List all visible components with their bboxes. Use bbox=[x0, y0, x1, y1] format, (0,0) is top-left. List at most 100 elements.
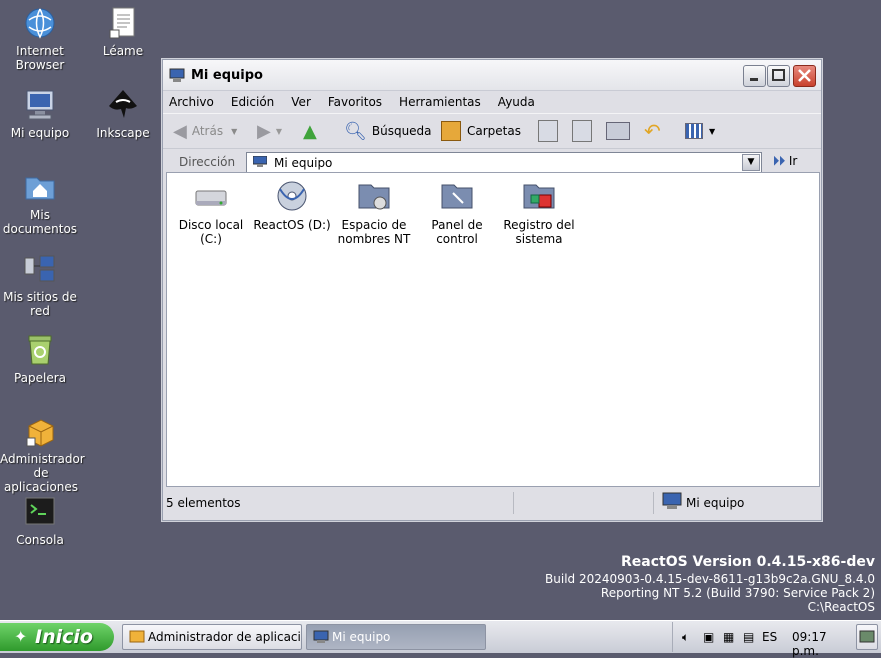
item-label: ReactOS (D:) bbox=[253, 218, 331, 232]
control-panel-icon bbox=[439, 179, 475, 213]
item-panel-de-control[interactable]: Panel de control bbox=[417, 179, 497, 246]
computer-icon bbox=[23, 88, 57, 122]
copy-to-button[interactable] bbox=[572, 114, 592, 148]
window-title: Mi equipo bbox=[191, 68, 263, 83]
registry-icon bbox=[521, 179, 557, 213]
go-button[interactable]: ⏵⏵ Ir bbox=[773, 154, 797, 169]
item-espacio-nombres-nt[interactable]: Espacio de nombres NT bbox=[334, 179, 414, 246]
item-label: Panel de control bbox=[431, 218, 483, 246]
maximize-button[interactable] bbox=[767, 65, 790, 87]
desktop-icon-consola[interactable]: Consola bbox=[0, 495, 80, 547]
menu-bar: Archivo Edición Ver Favoritos Herramient… bbox=[163, 91, 821, 113]
address-value: Mi equipo bbox=[274, 156, 333, 170]
taskbar: ✦ Inicio Administrador de aplicacion... … bbox=[0, 620, 881, 658]
search-label: Búsqueda bbox=[371, 124, 432, 138]
minimize-icon bbox=[750, 78, 758, 81]
up-arrow-icon: ▲ bbox=[303, 120, 317, 142]
undo-icon: ↶ bbox=[644, 119, 661, 143]
start-button[interactable]: ✦ Inicio bbox=[0, 623, 114, 651]
up-button[interactable]: ▲ bbox=[303, 114, 322, 148]
computer-icon bbox=[252, 155, 268, 167]
package-icon bbox=[129, 630, 145, 643]
status-item-count: 5 elementos bbox=[166, 496, 241, 510]
desktop-icon-inkscape[interactable]: Inkscape bbox=[83, 88, 163, 140]
forward-arrow-icon: ▶ bbox=[257, 120, 271, 142]
globe-icon bbox=[23, 6, 57, 40]
menu-favoritos[interactable]: Favoritos bbox=[328, 95, 382, 109]
item-disco-local[interactable]: Disco local (C:) bbox=[171, 179, 251, 246]
version-build: Build 20240903-0.4.15-dev-8611-g13b9c2a.… bbox=[545, 572, 875, 586]
desktop-icon-label: Mis documentos bbox=[2, 208, 78, 236]
item-label: Registro del sistema bbox=[503, 218, 575, 246]
version-path: C:\ReactOS bbox=[807, 600, 875, 614]
desktop-icon-label: Mi equipo bbox=[10, 126, 70, 140]
desktop-icon-label: Léame bbox=[102, 44, 144, 58]
desktop-icon-administrador[interactable]: Administrador de aplicaciones bbox=[0, 414, 85, 494]
network-tray-icon[interactable]: ▣ bbox=[703, 630, 714, 644]
display-tray-icon[interactable]: ▤ bbox=[743, 630, 754, 644]
file-view[interactable]: Disco local (C:) ReactOS (D:) Espacio de… bbox=[166, 172, 820, 487]
chevron-down-icon: ▼ bbox=[709, 126, 716, 136]
minimize-button[interactable] bbox=[743, 65, 766, 87]
desktop-icon-label: Mis sitios de red bbox=[3, 290, 77, 318]
undo-button[interactable]: ↶ bbox=[644, 114, 666, 148]
back-button[interactable]: ◀ Atrás ▼ bbox=[173, 114, 237, 148]
version-reporting: Reporting NT 5.2 (Build 3790: Service Pa… bbox=[600, 586, 875, 600]
search-button[interactable]: 🔍︎ Búsqueda bbox=[344, 114, 432, 148]
back-label: Atrás bbox=[191, 124, 224, 138]
title-bar[interactable]: Mi equipo bbox=[163, 60, 821, 91]
views-icon bbox=[685, 123, 703, 139]
system-tray: 🔈︎ ▣ ▦ ▤ ES 09:17 p.m. bbox=[672, 622, 853, 658]
chevron-down-icon: ▼ bbox=[747, 157, 755, 167]
desktop-icon-label: Consola bbox=[16, 533, 64, 547]
menu-edicion[interactable]: Edición bbox=[231, 95, 274, 109]
network-icon bbox=[23, 252, 57, 286]
nt-namespace-folder-icon bbox=[356, 179, 392, 213]
desktop-icon-mis-sitios-de-red[interactable]: Mis sitios de red bbox=[0, 252, 80, 318]
views-button[interactable]: ▼ bbox=[685, 114, 715, 148]
move-to-icon bbox=[538, 120, 558, 142]
status-bar: 5 elementos Mi equipo bbox=[166, 489, 818, 515]
folders-icon bbox=[441, 121, 461, 141]
task-administrador[interactable]: Administrador de aplicacion... bbox=[122, 624, 302, 650]
address-field[interactable]: Mi equipo ▼ bbox=[246, 152, 762, 173]
language-indicator[interactable]: ES bbox=[762, 630, 777, 644]
close-button[interactable] bbox=[793, 65, 816, 87]
menu-ver[interactable]: Ver bbox=[291, 95, 311, 109]
item-label: Espacio de nombres NT bbox=[337, 218, 411, 246]
show-desktop-button[interactable] bbox=[856, 624, 878, 650]
desktop-icon-mis-documentos[interactable]: Mis documentos bbox=[0, 170, 80, 236]
folder-home-icon bbox=[23, 170, 57, 204]
menu-archivo[interactable]: Archivo bbox=[169, 95, 214, 109]
safely-remove-icon[interactable]: ▦ bbox=[723, 630, 734, 644]
copy-to-icon bbox=[572, 120, 592, 142]
address-bar: Dirección Mi equipo ▼ ⏵⏵ Ir bbox=[163, 148, 821, 175]
recycle-bin-icon bbox=[23, 333, 57, 367]
menu-ayuda[interactable]: Ayuda bbox=[498, 95, 535, 109]
menu-herramientas[interactable]: Herramientas bbox=[399, 95, 481, 109]
desktop-icon-label: Inkscape bbox=[96, 126, 150, 140]
desktop-icon-leame[interactable]: Léame bbox=[83, 6, 163, 58]
item-registro-del-sistema[interactable]: Registro del sistema bbox=[499, 179, 579, 246]
address-dropdown-button[interactable]: ▼ bbox=[742, 154, 760, 171]
desktop-icon-label: Internet Browser bbox=[15, 44, 65, 72]
volume-icon[interactable]: 🔈︎ bbox=[682, 630, 689, 645]
address-label: Dirección bbox=[179, 155, 236, 169]
delete-button[interactable] bbox=[606, 114, 630, 148]
drive-icon bbox=[193, 179, 229, 213]
move-to-button[interactable] bbox=[538, 114, 558, 148]
explorer-window: Mi equipo Archivo Edición Ver Favoritos … bbox=[162, 59, 822, 521]
forward-button[interactable]: ▶ ▼ bbox=[257, 114, 282, 148]
status-divider bbox=[653, 492, 654, 514]
clock[interactable]: 09:17 p.m. bbox=[792, 630, 853, 658]
item-reactos-d[interactable]: ReactOS (D:) bbox=[252, 179, 332, 232]
chevron-down-icon: ▼ bbox=[275, 126, 282, 136]
task-mi-equipo[interactable]: Mi equipo bbox=[306, 624, 486, 650]
show-desktop-icon bbox=[859, 630, 875, 643]
desktop-icon-mi-equipo[interactable]: Mi equipo bbox=[0, 88, 80, 140]
desktop-icon-papelera[interactable]: Papelera bbox=[0, 333, 80, 385]
close-icon bbox=[798, 69, 811, 82]
folders-button[interactable]: Carpetas bbox=[441, 114, 521, 148]
go-arrow-icon: ⏵⏵ bbox=[773, 154, 786, 168]
desktop-icon-internet-browser[interactable]: Internet Browser bbox=[0, 6, 80, 72]
